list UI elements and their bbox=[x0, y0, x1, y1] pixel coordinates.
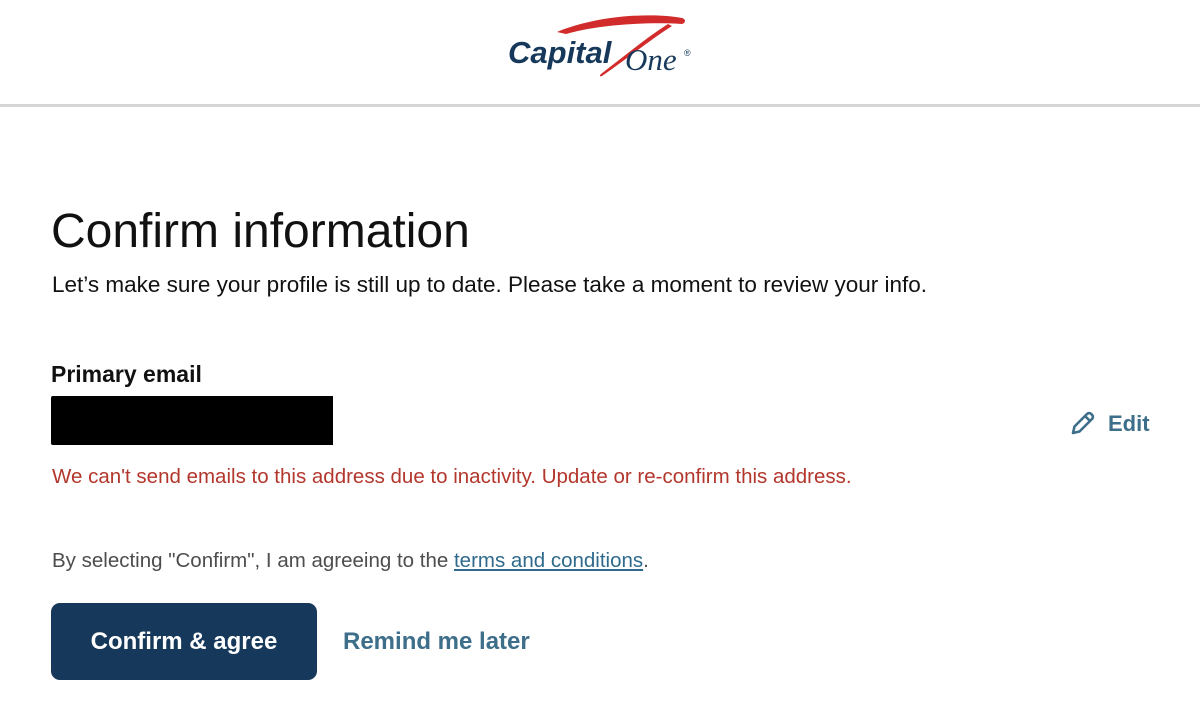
edit-email-button[interactable]: Edit bbox=[1068, 407, 1150, 441]
page-subtitle: Let’s make sure your profile is still up… bbox=[52, 272, 928, 297]
site-header: Capital One ® bbox=[0, 0, 1200, 107]
capital-one-logo[interactable]: Capital One ® bbox=[500, 10, 700, 85]
remind-me-later-link[interactable]: Remind me later bbox=[343, 625, 530, 659]
logo-registered-mark: ® bbox=[684, 48, 691, 58]
logo-text-one: One bbox=[625, 42, 677, 77]
primary-email-value-redacted bbox=[51, 396, 333, 445]
page-title: Confirm information bbox=[51, 205, 470, 258]
email-error-message: We can't send emails to this address due… bbox=[52, 465, 852, 488]
terms-statement: By selecting "Confirm", I am agreeing to… bbox=[52, 546, 649, 576]
terms-suffix: . bbox=[643, 549, 649, 572]
swoosh-top bbox=[557, 15, 685, 34]
primary-email-label: Primary email bbox=[51, 361, 202, 387]
capital-one-logo-graphic: Capital One ® bbox=[508, 15, 691, 77]
terms-and-conditions-link[interactable]: terms and conditions bbox=[454, 549, 643, 572]
logo-text-capital: Capital bbox=[508, 35, 613, 70]
pencil-icon bbox=[1071, 411, 1095, 435]
confirm-agree-button[interactable]: Confirm & agree bbox=[51, 603, 317, 680]
edit-email-label: Edit bbox=[1108, 411, 1150, 436]
terms-prefix: By selecting "Confirm", I am agreeing to… bbox=[52, 549, 454, 572]
